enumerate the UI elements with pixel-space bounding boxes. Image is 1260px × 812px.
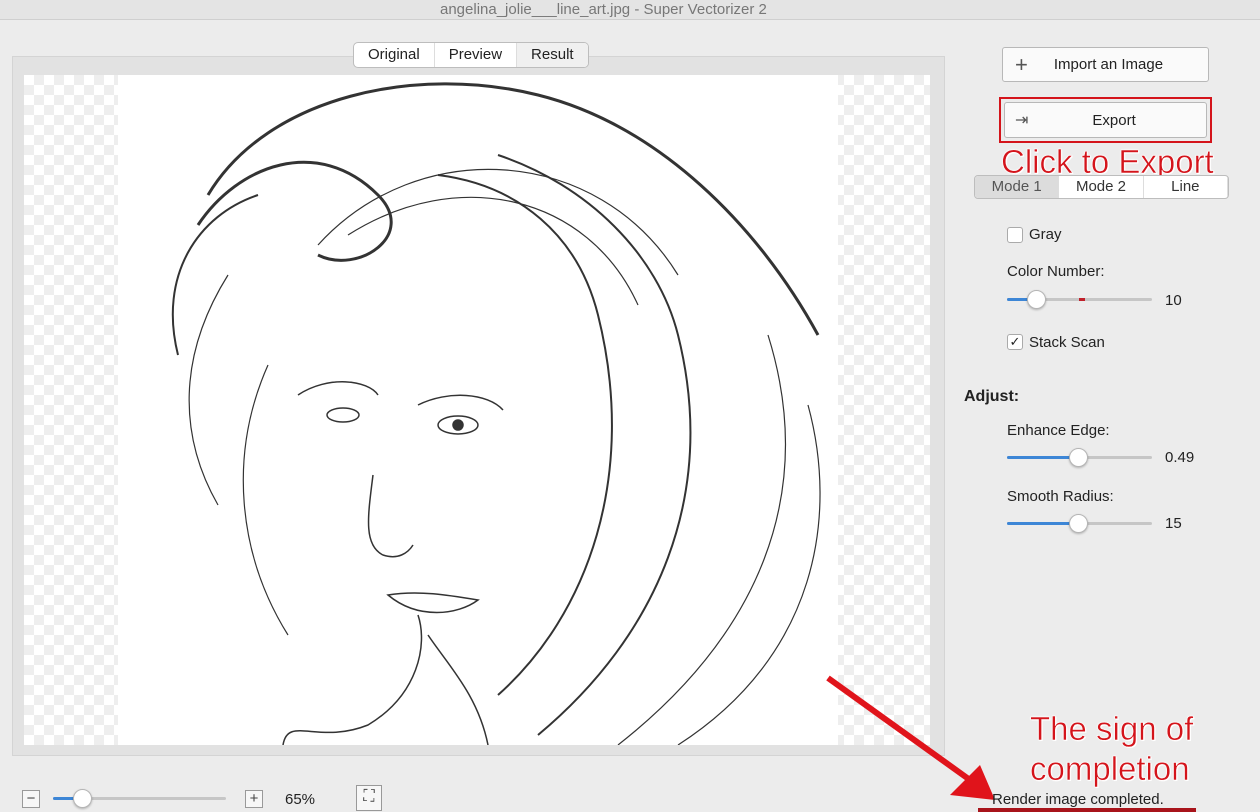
arrow-annotation [826, 675, 995, 800]
enhance-edge-label: Enhance Edge: [1007, 422, 1110, 439]
tab-result[interactable]: Result [517, 43, 588, 67]
completion-annotation-line2: completion [1030, 750, 1190, 788]
mode-selector: Mode 1 Mode 2 Line [974, 175, 1229, 199]
completion-annotation-line1: The sign of [1030, 710, 1194, 748]
color-number-label: Color Number: [1007, 263, 1105, 280]
stack-scan-checkbox[interactable]: ✓ [1007, 334, 1023, 350]
tab-original[interactable]: Original [354, 43, 435, 67]
gray-label: Gray [1029, 226, 1062, 243]
minus-icon: − [26, 790, 36, 807]
view-mode-tabs: Original Preview Result [353, 42, 589, 68]
color-number-slider[interactable] [1007, 290, 1152, 310]
title-bar: angelina_jolie___line_art.jpg - Super Ve… [0, 0, 1260, 20]
zoom-value: 65% [285, 791, 316, 808]
checkmark-icon: ✓ [1009, 334, 1021, 349]
enhance-edge-slider[interactable] [1007, 448, 1152, 468]
window-title: angelina_jolie___line_art.jpg - Super Ve… [440, 1, 767, 18]
fit-to-window-button[interactable]: ⛶ [356, 785, 382, 811]
zoom-in-button[interactable]: + [245, 790, 263, 808]
import-label: Import an Image [1053, 56, 1164, 73]
zoom-out-button[interactable]: − [22, 790, 40, 808]
face-strokes [282, 381, 504, 745]
gray-checkbox[interactable] [1007, 227, 1023, 243]
hair-strokes [171, 82, 821, 745]
enhance-edge-value: 0.49 [1165, 449, 1195, 466]
tab-preview[interactable]: Preview [435, 43, 518, 67]
status-text: Render image completed. [992, 791, 1164, 808]
color-number-value: 10 [1165, 292, 1182, 309]
fullscreen-icon: ⛶ [363, 788, 375, 805]
stack-scan-label: Stack Scan [1029, 334, 1105, 351]
plus-icon: + [249, 790, 259, 807]
mode-2[interactable]: Mode 2 [1059, 176, 1144, 198]
zoom-slider[interactable] [53, 789, 226, 809]
import-image-button[interactable]: + Import an Image [1002, 47, 1209, 82]
smooth-radius-slider[interactable] [1007, 514, 1152, 534]
smooth-radius-value: 15 [1165, 515, 1182, 532]
status-highlight-box [978, 808, 1196, 812]
mode-1[interactable]: Mode 1 [975, 176, 1060, 198]
adjust-heading: Adjust: [964, 388, 1020, 405]
smooth-radius-label: Smooth Radius: [1007, 488, 1114, 505]
plus-icon: + [1015, 51, 1028, 77]
mode-line[interactable]: Line [1144, 176, 1228, 198]
export-highlight-box [999, 97, 1212, 143]
line-art-image [118, 75, 838, 745]
